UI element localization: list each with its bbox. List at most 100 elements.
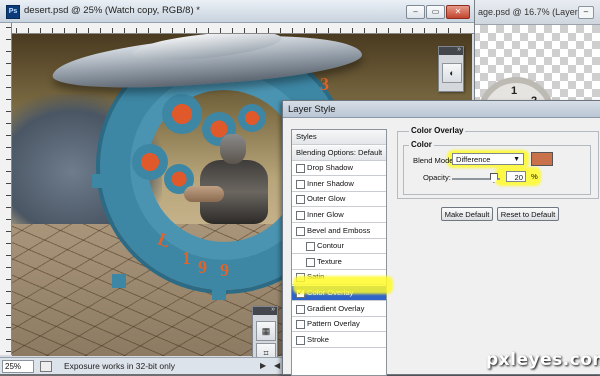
style-item-texture[interactable]: Texture	[292, 255, 386, 270]
ruler-tick	[6, 39, 11, 40]
ruler-tick	[460, 28, 461, 33]
checkbox[interactable]	[296, 320, 305, 330]
ruler-tick	[412, 28, 413, 33]
ruler-tick	[136, 28, 137, 33]
panel-grip[interactable]: »	[439, 46, 463, 55]
ruler-tick	[40, 28, 41, 33]
background-document-title: age.psd @ 16.7% (Layer ...	[478, 7, 588, 17]
checkbox[interactable]	[296, 164, 305, 174]
ruler-tick	[220, 28, 221, 33]
background-document-minimize-button[interactable]: –	[578, 6, 594, 19]
ruler-tick	[256, 28, 257, 33]
style-item-styles[interactable]: Styles	[292, 130, 386, 145]
ruler-tick	[196, 28, 197, 33]
collapse-icon[interactable]: »	[271, 306, 275, 313]
style-item-inner-shadow[interactable]: Inner Shadow	[292, 177, 386, 192]
watermark: pxleyes.com	[486, 350, 600, 370]
checkbox[interactable]	[296, 304, 305, 314]
style-item-gradient-overlay[interactable]: Gradient Overlay	[292, 302, 386, 317]
status-message: Exposure works in 32-bit only	[64, 361, 176, 371]
panel-grip[interactable]: »	[253, 306, 277, 315]
reset-to-default-button[interactable]: Reset to Default	[497, 207, 559, 221]
checkbox[interactable]	[296, 211, 305, 220]
maximize-button[interactable]: ▭	[426, 5, 445, 19]
ruler-tick	[6, 159, 11, 160]
status-menu-arrow-icon[interactable]: ▶	[260, 361, 266, 370]
checkbox[interactable]	[296, 226, 305, 236]
opacity-input[interactable]: 20	[506, 171, 526, 182]
ruler-tick	[100, 28, 101, 33]
adjustment-tool-icon[interactable]: ◐	[442, 63, 462, 83]
dialog-title: Layer Style	[288, 104, 336, 115]
vertical-ruler[interactable]	[0, 23, 12, 355]
collapse-icon[interactable]: »	[457, 46, 461, 53]
ruler-tick	[436, 28, 437, 33]
style-item-blending-options-default[interactable]: Blending Options: Default	[292, 145, 386, 161]
ruler-tick	[6, 219, 11, 220]
ruler-tick	[6, 75, 11, 76]
checkbox[interactable]	[296, 335, 305, 345]
style-item-label: Inner Glow	[307, 210, 344, 219]
style-item-outer-glow[interactable]: Outer Glow	[292, 192, 386, 208]
ruler-tick	[124, 28, 125, 33]
chevron-down-icon[interactable]: ▼	[513, 154, 520, 166]
make-default-button[interactable]: Make Default	[441, 207, 493, 221]
style-item-bevel-and-emboss[interactable]: Bevel and Emboss	[292, 224, 386, 239]
ruler-tick	[112, 28, 113, 33]
grid-tool-icon[interactable]: ▦	[256, 321, 276, 341]
ruler-tick	[88, 28, 89, 33]
warrior-figure-artwork	[184, 134, 280, 240]
style-item-label: Gradient Overlay	[307, 303, 365, 313]
small-cog-artwork	[238, 104, 266, 132]
minimize-button[interactable]: –	[406, 5, 425, 19]
style-item-inner-glow[interactable]: Inner Glow	[292, 208, 386, 223]
status-info-icon[interactable]	[40, 361, 52, 372]
ruler-tick	[292, 28, 293, 33]
blend-mode-label: Blend Mode:	[413, 156, 456, 165]
document-titlebar[interactable]: Ps desert.psd @ 25% (Watch copy, RGB/8) …	[0, 0, 474, 23]
dialog-titlebar[interactable]: Layer Style	[283, 101, 600, 118]
gear-number: 9	[220, 260, 229, 280]
ruler-tick	[448, 28, 449, 33]
style-item-label: Pattern Overlay	[307, 319, 360, 329]
checkbox[interactable]	[296, 179, 305, 189]
ruler-tick	[6, 63, 11, 64]
small-cog-artwork	[162, 94, 202, 134]
style-item-drop-shadow[interactable]: Drop Shadow	[292, 161, 386, 177]
floating-tool-panel-top[interactable]: » ◐	[438, 46, 464, 92]
group-title: Color	[409, 140, 434, 149]
opacity-unit: %	[531, 172, 538, 181]
ruler-tick	[364, 28, 365, 33]
styles-list[interactable]: Styles Blending Options: Default Drop Shad…	[291, 129, 387, 376]
background-document-titlebar[interactable]: age.psd @ 16.7% (Layer ... –	[472, 0, 600, 25]
ruler-tick	[16, 28, 17, 33]
ruler-tick	[268, 28, 269, 33]
blend-mode-select[interactable]: Difference ▼	[452, 153, 524, 165]
style-item-stroke[interactable]: Stroke	[292, 333, 386, 348]
ruler-tick	[6, 123, 11, 124]
ruler-tick	[6, 51, 11, 52]
ruler-tick	[6, 339, 11, 340]
scroll-left-icon[interactable]: ◀	[274, 361, 280, 370]
overlay-color-swatch[interactable]	[531, 152, 553, 166]
zoom-level-field[interactable]: 25%	[2, 360, 34, 373]
style-item-label: Inner Shadow	[307, 178, 354, 188]
section-title: Color Overlay	[409, 126, 466, 135]
ruler-tick	[208, 28, 209, 33]
layer-style-dialog[interactable]: Layer Style Styles Blending Options: Defa…	[282, 100, 600, 376]
checkbox[interactable]	[306, 257, 315, 267]
ruler-tick	[6, 195, 11, 196]
ruler-tick	[6, 231, 11, 232]
style-item-contour[interactable]: Contour	[292, 239, 386, 255]
close-button[interactable]: ✕	[446, 5, 470, 19]
style-item-pattern-overlay[interactable]: Pattern Overlay	[292, 317, 386, 333]
gear-tooth	[92, 174, 106, 188]
checkbox[interactable]	[306, 242, 315, 252]
horizontal-ruler[interactable]	[12, 23, 474, 34]
warrior-arm	[184, 186, 224, 202]
checkbox[interactable]	[296, 195, 305, 205]
ruler-tick	[316, 28, 317, 33]
ruler-tick	[388, 28, 389, 33]
style-item-label: Styles	[296, 132, 317, 141]
photoshop-icon: Ps	[6, 5, 20, 19]
